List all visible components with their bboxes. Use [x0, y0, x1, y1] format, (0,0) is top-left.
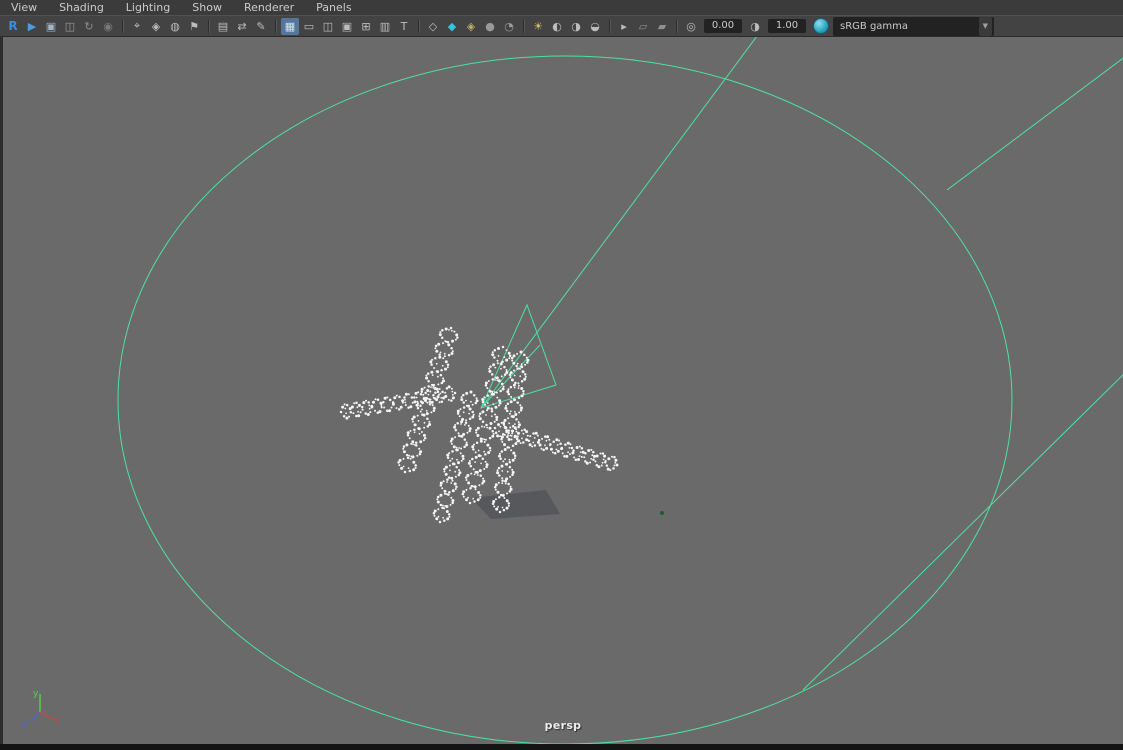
particle-helix[interactable] — [491, 350, 530, 514]
xray-icon[interactable]: ◔ — [500, 18, 518, 35]
panel-toolbar: R ▶ ▣ ◫ ↻ ◉ ⌖ ◈ ◍ ⚑ ▤ ⇄ ✎ ▦ ▭ ◫ ▣ ⊞ ▥ T ◇ ◆ ◈ ● ◔ ☀ ◐ ◑ ◒ ▸ ▱ ▰ ◎ 0.00 ◑ 1.… — [0, 15, 1123, 37]
toolbar-separator — [676, 19, 677, 33]
pan-zoom-icon[interactable]: ⇄ — [233, 18, 251, 35]
shadows-icon[interactable]: ◐ — [548, 18, 566, 35]
toolbar-separator — [523, 19, 524, 33]
view-transform-value: sRGB gamma — [840, 20, 909, 32]
ipr-render-icon[interactable]: ▣ — [42, 18, 60, 35]
particle-helix[interactable] — [339, 385, 457, 420]
ground-shadow — [471, 490, 560, 519]
view-transform-select[interactable]: sRGB gamma ▼ — [833, 16, 994, 36]
exposure-field[interactable]: 0.00 — [704, 19, 742, 33]
refresh-icon[interactable]: ↻ — [80, 18, 98, 35]
gate-mask-icon[interactable]: ▣ — [338, 18, 356, 35]
gamma-icon[interactable]: ◑ — [746, 18, 764, 35]
light-ray-line[interactable] — [480, 37, 760, 409]
chevron-down-icon[interactable]: ▼ — [978, 16, 992, 36]
select-camera-icon[interactable]: ⌖ — [128, 18, 146, 35]
menu-lighting[interactable]: Lighting — [115, 0, 181, 15]
snapshot-icon[interactable]: ◉ — [99, 18, 117, 35]
light-sphere-wire[interactable] — [117, 55, 1013, 744]
menu-renderer[interactable]: Renderer — [233, 0, 305, 15]
window-bottom-edge — [0, 744, 1123, 750]
axis-z-line — [29, 711, 41, 723]
safe-action-icon[interactable]: ▥ — [376, 18, 394, 35]
camera-attributes-icon[interactable]: ◍ — [166, 18, 184, 35]
menu-panels[interactable]: Panels — [305, 0, 362, 15]
toolbar-separator — [609, 19, 610, 33]
gamma-field[interactable]: 1.00 — [768, 19, 806, 33]
color-management-badge[interactable] — [813, 18, 829, 34]
copy-view-icon[interactable]: ▱ — [634, 18, 652, 35]
light-target-dot[interactable] — [660, 511, 664, 515]
grid-icon[interactable]: ▦ — [281, 17, 299, 35]
bookmark-icon[interactable]: ⚑ — [185, 18, 203, 35]
safe-title-icon[interactable]: T — [395, 18, 413, 35]
textured-icon[interactable]: ◈ — [462, 18, 480, 35]
panel-menu-bar: View Shading Lighting Show Renderer Panels — [0, 0, 1123, 15]
axis-y-label: y — [33, 689, 39, 699]
motion-blur-icon[interactable]: ◒ — [586, 18, 604, 35]
axis-x-label: x — [55, 716, 61, 726]
smooth-shade-icon[interactable]: ◆ — [443, 18, 461, 35]
light-ray-line[interactable] — [802, 367, 1123, 691]
camera-name-label: persp — [544, 719, 582, 732]
ambient-occlusion-icon[interactable]: ◑ — [567, 18, 585, 35]
isolate-select-icon[interactable]: ▸ — [615, 18, 633, 35]
default-material-icon[interactable]: ● — [481, 18, 499, 35]
toolbar-separator — [275, 19, 276, 33]
axis-x-line — [39, 711, 54, 720]
toolbar-separator — [418, 19, 419, 33]
renderer-badge[interactable]: R — [4, 18, 22, 35]
menu-show[interactable]: Show — [181, 0, 233, 15]
render-settings-icon[interactable]: ◫ — [61, 18, 79, 35]
field-chart-icon[interactable]: ⊞ — [357, 18, 375, 35]
film-gate-icon[interactable]: ▭ — [300, 18, 318, 35]
particle-helix[interactable] — [432, 390, 479, 524]
wireframe-icon[interactable]: ◇ — [424, 18, 442, 35]
exposure-icon[interactable]: ◎ — [682, 18, 700, 35]
menu-shading[interactable]: Shading — [48, 0, 115, 15]
toolbar-separator — [122, 19, 123, 33]
toolbar-separator — [208, 19, 209, 33]
axis-z-label: z — [22, 720, 27, 730]
grease-pencil-icon[interactable]: ✎ — [252, 18, 270, 35]
light-ray-line[interactable] — [946, 47, 1123, 191]
paste-view-icon[interactable]: ▰ — [653, 18, 671, 35]
lock-camera-icon[interactable]: ◈ — [147, 18, 165, 35]
all-lights-icon[interactable]: ☀ — [529, 18, 547, 35]
resolution-gate-icon[interactable]: ◫ — [319, 18, 337, 35]
menu-view[interactable]: View — [6, 0, 48, 15]
image-plane-icon[interactable]: ▤ — [214, 18, 232, 35]
perspective-viewport[interactable]: y x z persp — [0, 37, 1123, 744]
scene-canvas[interactable]: y x z — [3, 37, 1123, 744]
render-frame-icon[interactable]: ▶ — [23, 18, 41, 35]
